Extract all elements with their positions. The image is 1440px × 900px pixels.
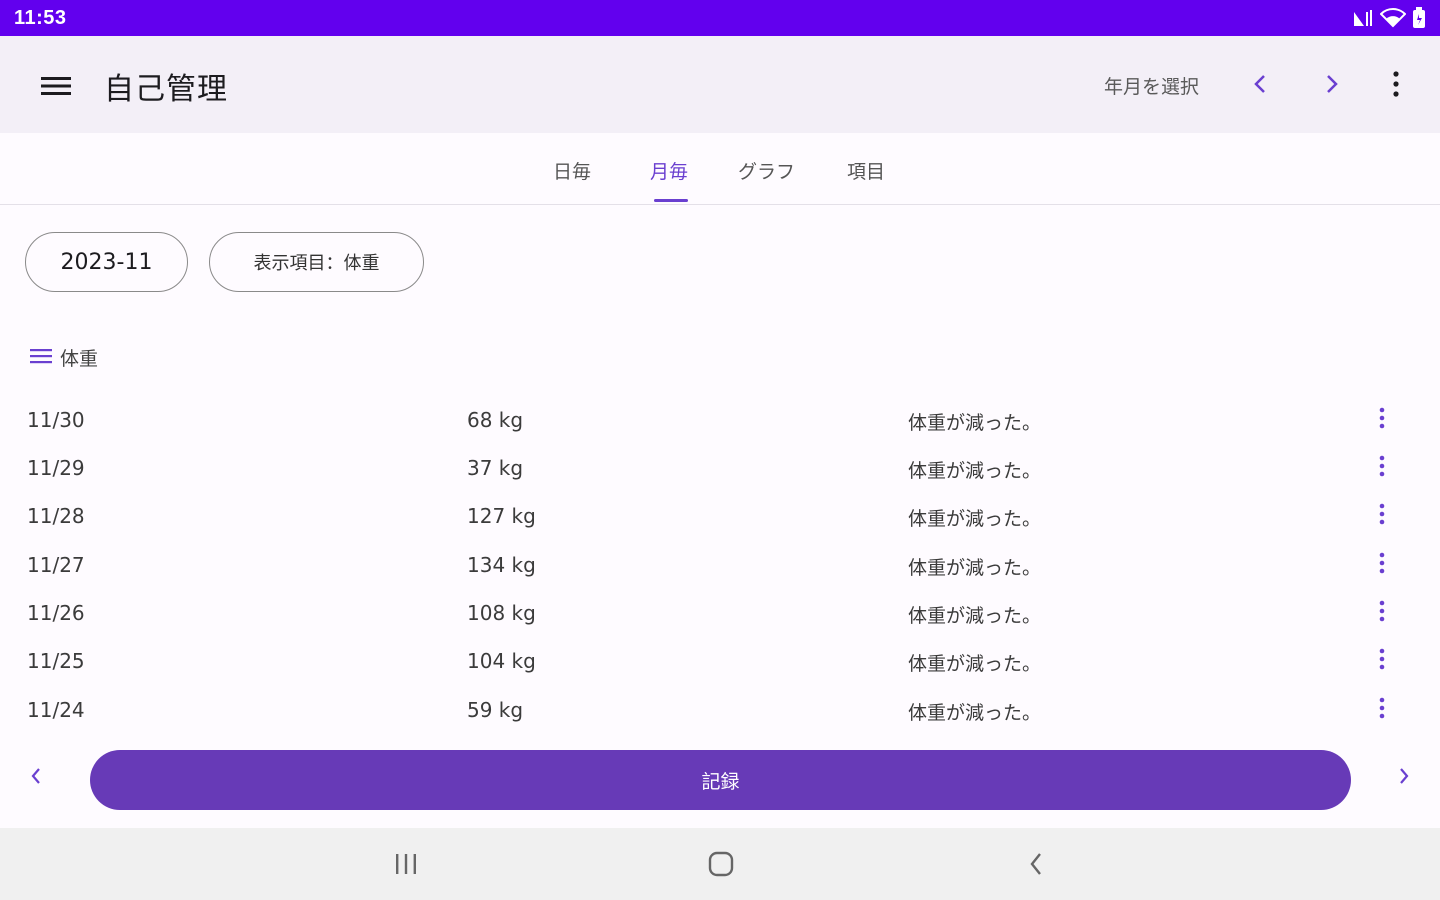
list-item[interactable]: 11/27 134 kg 体重が減った。 <box>0 545 1440 593</box>
app-bar: 自己管理 年月を選択 <box>0 36 1440 133</box>
select-year-month-button[interactable]: 年月を選択 <box>1104 72 1199 99</box>
tab-indicator <box>654 199 688 202</box>
back-icon[interactable] <box>1016 846 1056 882</box>
section-label: 体重 <box>60 348 99 370</box>
row-value: 127 kg <box>467 504 536 528</box>
row-value: 108 kg <box>467 601 536 625</box>
tab-daily[interactable]: 日毎 <box>553 157 591 184</box>
row-date: 11/29 <box>27 456 85 480</box>
tab-monthly[interactable]: 月毎 <box>650 157 688 184</box>
row-more-icon[interactable] <box>1366 641 1398 677</box>
status-bar: 11:53 <box>0 0 1440 36</box>
date-chip[interactable]: 2023-11 <box>25 232 188 292</box>
row-note: 体重が減った。 <box>908 605 1042 627</box>
list-item[interactable]: 11/29 37 kg 体重が減った。 <box>0 448 1440 496</box>
row-note: 体重が減った。 <box>908 412 1042 434</box>
row-more-icon[interactable] <box>1366 496 1398 532</box>
chevron-right-icon[interactable] <box>1314 66 1350 102</box>
record-button[interactable]: 記録 <box>90 750 1351 810</box>
row-more-icon[interactable] <box>1366 400 1398 436</box>
row-date: 11/26 <box>27 601 85 625</box>
row-value: 59 kg <box>467 698 524 722</box>
page-prev-icon[interactable] <box>22 760 50 792</box>
display-item-chip[interactable]: 表示項目：体重 <box>209 232 424 292</box>
row-value: 134 kg <box>467 553 536 577</box>
tab-graph[interactable]: グラフ <box>738 157 795 184</box>
row-more-icon[interactable] <box>1366 593 1398 629</box>
status-icons <box>1352 7 1426 29</box>
list-item[interactable]: 11/24 59 kg 体重が減った。 <box>0 690 1440 738</box>
list-item[interactable]: 11/26 108 kg 体重が減った。 <box>0 593 1440 641</box>
list-item[interactable]: 11/25 104 kg 体重が減った。 <box>0 641 1440 689</box>
page-next-icon[interactable] <box>1390 760 1418 792</box>
date-chip-label: 2023-11 <box>60 249 153 275</box>
record-button-label: 記録 <box>701 770 740 793</box>
display-item-chip-label: 表示項目：体重 <box>253 253 380 274</box>
app-title: 自己管理 <box>104 72 228 107</box>
wifi-icon <box>1380 8 1406 28</box>
recent-apps-icon[interactable] <box>386 846 426 882</box>
row-value: 37 kg <box>467 456 524 480</box>
tab-items[interactable]: 項目 <box>847 157 885 184</box>
row-note: 体重が減った。 <box>908 557 1042 579</box>
list-item[interactable]: 11/30 68 kg 体重が減った。 <box>0 400 1440 448</box>
row-date: 11/24 <box>27 698 85 722</box>
row-note: 体重が減った。 <box>908 460 1042 482</box>
more-vertical-icon[interactable] <box>1378 66 1414 102</box>
row-date: 11/30 <box>27 408 85 432</box>
row-more-icon[interactable] <box>1366 545 1398 581</box>
row-value: 68 kg <box>467 408 524 432</box>
section-header: 体重 <box>30 344 98 371</box>
chevron-left-icon[interactable] <box>1242 66 1278 102</box>
hamburger-menu-icon[interactable] <box>32 68 80 104</box>
row-more-icon[interactable] <box>1366 448 1398 484</box>
status-time: 11:53 <box>14 6 67 29</box>
home-icon[interactable] <box>701 846 741 882</box>
row-note: 体重が減った。 <box>908 508 1042 530</box>
battery-icon <box>1412 7 1426 29</box>
list-item[interactable]: 11/28 127 kg 体重が減った。 <box>0 496 1440 544</box>
row-value: 104 kg <box>467 649 536 673</box>
system-nav-bar <box>0 828 1440 900</box>
row-note: 体重が減った。 <box>908 702 1042 724</box>
network-signal-icon <box>1352 8 1374 28</box>
row-more-icon[interactable] <box>1366 690 1398 726</box>
row-date: 11/25 <box>27 649 85 673</box>
row-date: 11/27 <box>27 553 85 577</box>
tab-bar: 日毎 月毎 グラフ 項目 <box>0 133 1440 205</box>
row-note: 体重が減った。 <box>908 653 1042 675</box>
row-date: 11/28 <box>27 504 85 528</box>
list-icon <box>30 348 52 368</box>
